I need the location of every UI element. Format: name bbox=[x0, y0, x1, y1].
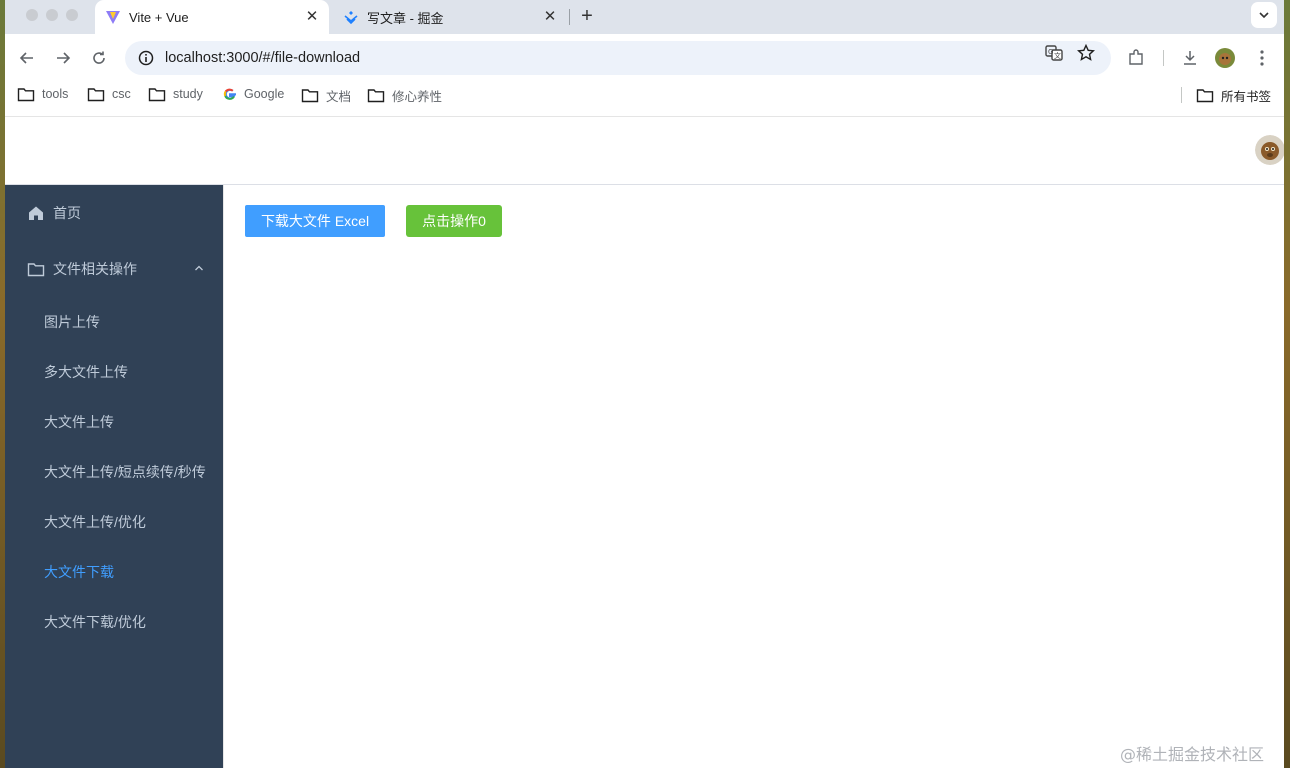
close-tab-icon[interactable]: ✕ bbox=[541, 8, 559, 26]
sidebar-item-upload-optimized[interactable]: 大文件上传/优化 bbox=[5, 497, 223, 547]
download-icon[interactable] bbox=[1178, 46, 1202, 70]
juejin-icon bbox=[343, 9, 359, 25]
sidebar: 首页 文件相关操作 图片上传 多大文件上传 大文件上传 大文件上传/短点续传/秒… bbox=[5, 185, 223, 768]
new-tab-button[interactable]: + bbox=[575, 5, 599, 29]
vite-icon bbox=[105, 9, 121, 25]
bookmark-label: Google bbox=[244, 87, 285, 101]
bookmark-label: tools bbox=[42, 87, 69, 101]
bookmark-label: csc bbox=[112, 87, 131, 101]
sidebar-item-multi-upload[interactable]: 多大文件上传 bbox=[5, 347, 223, 397]
profile-avatar[interactable] bbox=[1213, 46, 1237, 70]
web-page: 首页 文件相关操作 图片上传 多大文件上传 大文件上传 大文件上传/短点续传/秒… bbox=[5, 116, 1284, 768]
sidebar-item-label: 文件相关操作 bbox=[53, 261, 137, 277]
chevron-up-icon bbox=[195, 265, 203, 271]
extensions-icon[interactable] bbox=[1124, 46, 1148, 70]
sidebar-item-download-optimized[interactable]: 大文件下载/优化 bbox=[5, 597, 223, 647]
translate-icon[interactable]: G文 bbox=[1044, 43, 1064, 63]
bookmark-study[interactable]: study bbox=[148, 86, 203, 102]
sidebar-item-home[interactable]: 首页 bbox=[5, 185, 223, 241]
bookmark-label: 修心养性 bbox=[392, 90, 443, 104]
browser-toolbar: localhost:3000/#/file-download G文 bbox=[5, 34, 1284, 80]
url-text: localhost:3000/#/file-download bbox=[165, 50, 361, 66]
bookmarks-bar: tools csc study Google 文档 修心养性 所有书签 bbox=[5, 80, 1284, 110]
bookmark-label: 文档 bbox=[326, 90, 352, 104]
svg-text:G: G bbox=[1048, 48, 1053, 56]
watermark: @稀土掘金技术社区 bbox=[1120, 745, 1265, 764]
folder-icon bbox=[148, 86, 166, 102]
bookmark-google[interactable]: Google bbox=[223, 86, 284, 102]
tab-title: Vite + Vue bbox=[129, 9, 189, 25]
tab-vite-vue[interactable]: Vite + Vue ✕ bbox=[95, 0, 329, 34]
home-icon bbox=[27, 204, 45, 222]
app-header bbox=[5, 117, 1284, 185]
bookmark-tools[interactable]: tools bbox=[17, 86, 68, 102]
folder-icon bbox=[17, 86, 35, 102]
toolbar-divider bbox=[1163, 50, 1164, 66]
all-bookmarks[interactable]: 所有书签 bbox=[1196, 86, 1271, 105]
tab-search-button[interactable] bbox=[1251, 2, 1277, 28]
tab-juejin[interactable]: 写文章 - 掘金 ✕ bbox=[333, 0, 567, 34]
reload-button[interactable] bbox=[87, 46, 111, 70]
tab-title: 写文章 - 掘金 bbox=[367, 10, 444, 26]
main-content: 下载大文件 Excel 点击操作0 bbox=[223, 185, 1284, 768]
tab-separator bbox=[569, 9, 570, 25]
svg-text:文: 文 bbox=[1054, 51, 1061, 60]
folder-icon bbox=[367, 88, 385, 104]
bookmark-csc[interactable]: csc bbox=[87, 86, 131, 102]
reload-icon bbox=[93, 51, 105, 64]
arrow-right-icon bbox=[57, 52, 71, 64]
folder-icon bbox=[1196, 88, 1214, 104]
download-excel-button[interactable]: 下载大文件 Excel bbox=[245, 205, 385, 237]
zoom-window-button[interactable] bbox=[66, 9, 78, 21]
back-button[interactable] bbox=[15, 46, 39, 70]
bookmark-docs[interactable]: 文档 bbox=[301, 86, 351, 105]
bookmark-xiuxin[interactable]: 修心养性 bbox=[367, 86, 442, 105]
close-tab-icon[interactable]: ✕ bbox=[303, 8, 321, 26]
forward-button[interactable] bbox=[51, 46, 75, 70]
address-bar[interactable]: localhost:3000/#/file-download bbox=[125, 41, 1111, 75]
tab-strip: Vite + Vue ✕ 写文章 - 掘金 ✕ + bbox=[5, 0, 1284, 34]
chevron-down-icon bbox=[1259, 12, 1269, 19]
user-avatar[interactable] bbox=[1255, 135, 1284, 165]
bookmark-label: study bbox=[173, 87, 203, 101]
folder-icon bbox=[27, 260, 45, 278]
click-counter-button[interactable]: 点击操作0 bbox=[406, 205, 502, 237]
arrow-left-icon bbox=[19, 52, 33, 64]
site-info-icon[interactable] bbox=[137, 49, 155, 67]
minimize-window-button[interactable] bbox=[46, 9, 58, 21]
sidebar-item-file-ops[interactable]: 文件相关操作 bbox=[5, 241, 223, 297]
close-window-button[interactable] bbox=[26, 9, 38, 21]
browser-window: Vite + Vue ✕ 写文章 - 掘金 ✕ + localhost:3000… bbox=[5, 0, 1284, 768]
more-menu-icon[interactable] bbox=[1250, 46, 1274, 70]
sidebar-item-resumable-upload[interactable]: 大文件上传/短点续传/秒传 bbox=[5, 447, 223, 497]
bookmarks-divider bbox=[1181, 87, 1182, 103]
google-icon bbox=[223, 86, 237, 102]
all-bookmarks-label: 所有书签 bbox=[1221, 90, 1272, 104]
sidebar-item-large-upload[interactable]: 大文件上传 bbox=[5, 397, 223, 447]
sidebar-item-large-download[interactable]: 大文件下载 bbox=[5, 547, 223, 597]
sidebar-item-label: 首页 bbox=[53, 205, 81, 221]
folder-icon bbox=[301, 88, 319, 104]
sidebar-item-image-upload[interactable]: 图片上传 bbox=[5, 297, 223, 347]
folder-icon bbox=[87, 86, 105, 102]
bookmark-star-icon[interactable] bbox=[1076, 43, 1096, 63]
